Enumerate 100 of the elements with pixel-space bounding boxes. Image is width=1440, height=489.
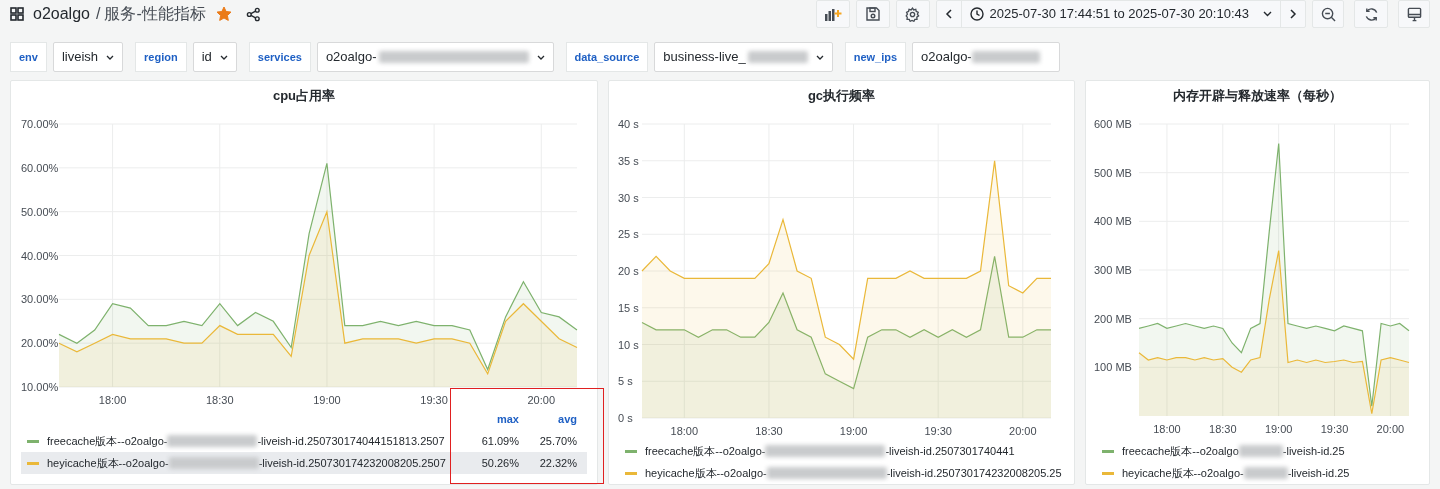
panel-title: cpu占用率 [272, 87, 336, 104]
variable-label: region [135, 42, 187, 72]
variable-label: new_ips [844, 42, 907, 72]
legend-series-name[interactable]: heyicache版本--o2oalgo- [1122, 464, 1244, 482]
add-panel-button[interactable] [815, 0, 850, 28]
y-axis-label: 0 s [618, 412, 633, 424]
settings-icon [905, 6, 920, 22]
chevron-right-icon [1289, 9, 1297, 19]
y-axis-label: 600 MB [1094, 118, 1132, 130]
y-axis-label: 50.00% [21, 205, 59, 218]
x-axis-label: 20:00 [527, 394, 556, 406]
caret-icon [1263, 11, 1272, 17]
y-axis-label: 10.00% [21, 381, 59, 393]
zoom-out-button[interactable] [1312, 0, 1344, 28]
variable-label: env [10, 42, 47, 72]
legend-series-id: -liveish-id.250730174232008205.25 [886, 465, 1062, 481]
legend-series-id: -liveish-id.2507301740441 [885, 443, 1015, 459]
legend-stat-value: 50.26% [480, 455, 519, 471]
caret-icon [815, 54, 824, 60]
redacted-text [1243, 467, 1288, 479]
y-axis-label: 500 MB [1094, 166, 1132, 179]
y-axis-label: 20.00% [21, 337, 59, 350]
variable-label: data_source [565, 42, 649, 72]
redacted-text [1238, 445, 1283, 457]
y-axis-label: 100 MB [1094, 361, 1132, 374]
legend-swatch [625, 471, 637, 475]
variable-dropdown[interactable]: liveish [52, 42, 124, 72]
share-icon[interactable] [245, 6, 261, 22]
x-axis-label: 18:30 [206, 394, 234, 406]
legend-series-name[interactable]: freecache版本--o2oalgo- [47, 432, 168, 450]
legend-series-name[interactable]: freecache版本--o2oalgo- [645, 442, 766, 460]
x-axis-label: 20:00 [1376, 423, 1405, 435]
x-axis-label: 18:00 [98, 394, 127, 406]
legend-series-id: -liveish-id.25 [1282, 443, 1345, 459]
variable-label: services [248, 42, 311, 72]
breadcrumb-separator: / [95, 4, 101, 24]
x-axis-label: 19:00 [1264, 423, 1293, 435]
y-axis-label: 40.00% [21, 249, 59, 262]
star-icon[interactable] [215, 6, 232, 22]
x-axis-label: 18:30 [755, 425, 783, 437]
variable-text-field[interactable]: o2oalgo- [912, 42, 1061, 72]
chevron-left-icon [944, 9, 953, 19]
redacted-text [971, 51, 1040, 63]
x-axis-label: 18:30 [1209, 423, 1237, 435]
clock-icon [969, 7, 984, 21]
refresh-icon [1363, 6, 1379, 22]
panel-title: 内存开辟与释放速率（每秒） [1173, 87, 1342, 104]
x-axis-label: 19:00 [313, 394, 341, 406]
y-axis-label: 400 MB [1094, 215, 1132, 228]
variable-dropdown[interactable]: business-live_ [654, 42, 833, 72]
variable-dropdown[interactable]: id [192, 42, 237, 72]
redacted-text [747, 51, 808, 63]
legend-swatch [27, 439, 39, 443]
legend-stat-value: 61.09% [480, 433, 519, 449]
y-axis-label: 70.00% [21, 118, 59, 130]
legend-swatch [27, 461, 39, 465]
legend-series-id: -liveish-id.250730174044151813.2507 [257, 433, 445, 449]
x-axis-label: 18:00 [670, 425, 699, 437]
x-axis-label: 20:00 [1009, 425, 1037, 437]
caret-icon [536, 54, 545, 60]
y-axis-label: 30.00% [21, 293, 59, 306]
caret-icon [219, 54, 228, 60]
legend-stat-value: 22.32% [538, 455, 577, 471]
legend-swatch [1102, 471, 1114, 475]
x-axis-label: 19:30 [924, 425, 952, 437]
y-axis-label: 25 s [618, 228, 639, 241]
legend-series-id: -liveish-id.25 [1287, 465, 1350, 481]
settings-button[interactable] [895, 0, 930, 28]
folder-link[interactable]: o2oalgo [33, 2, 90, 26]
grid-icon[interactable] [10, 7, 24, 21]
legend-column-header[interactable]: max [461, 410, 519, 428]
legend-stat-value: 25.70% [538, 433, 577, 449]
y-axis-label: 20 s [618, 265, 639, 277]
y-axis-label: 60.00% [21, 161, 59, 174]
legend-series-id: -liveish-id.250730174232008205.2507 [258, 455, 446, 471]
y-axis-label: 5 s [618, 375, 633, 388]
legend-series-name[interactable]: heyicache版本--o2oalgo- [47, 454, 169, 472]
zoom-out-icon [1320, 6, 1336, 22]
dashboard-title: 服务-性能指标 [104, 4, 206, 24]
y-axis-label: 35 s [618, 154, 639, 167]
caret-icon [106, 54, 115, 60]
variable-dropdown[interactable]: o2oalgo- [316, 42, 554, 72]
panel-title: gc执行频率 [807, 87, 876, 104]
bar-chart-plus-icon [823, 7, 842, 21]
y-axis-label: 10 s [618, 338, 639, 351]
save-button[interactable] [855, 0, 890, 28]
y-axis-label: 30 s [618, 191, 639, 204]
y-axis-label: 300 MB [1094, 264, 1132, 276]
save-icon [865, 7, 880, 21]
tv-mode-button[interactable] [1398, 0, 1430, 28]
y-axis-label: 200 MB [1094, 312, 1132, 325]
legend-series-name[interactable]: heyicache版本--o2oalgo- [645, 464, 767, 482]
x-axis-label: 19:30 [420, 394, 448, 406]
legend-column-header[interactable]: avg [519, 410, 577, 428]
legend-swatch [625, 449, 637, 453]
refresh-button[interactable] [1354, 0, 1388, 28]
x-axis-label: 19:00 [839, 425, 868, 437]
legend-series-name[interactable]: freecache版本--o2oalgo [1122, 442, 1239, 460]
monitor-icon [1406, 6, 1422, 22]
y-axis-label: 15 s [618, 301, 639, 314]
